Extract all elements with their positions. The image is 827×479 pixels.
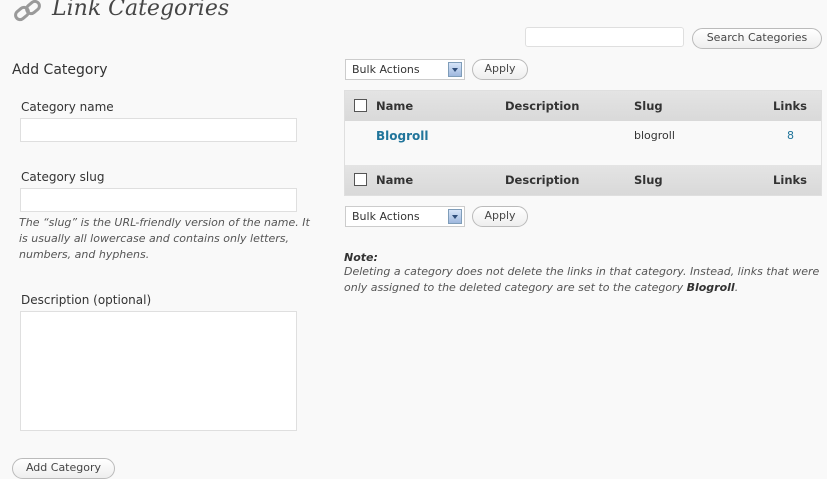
category-slug-cell: blogroll — [634, 129, 675, 142]
column-footer-slug[interactable]: Slug — [634, 173, 663, 187]
column-footer-description[interactable]: Description — [505, 173, 579, 187]
bulk-actions-select-top[interactable]: Bulk Actions — [345, 59, 465, 80]
apply-button-bottom[interactable]: Apply — [472, 206, 528, 227]
column-header-links[interactable]: Links — [773, 99, 807, 113]
categories-table: Name Description Slug Links Blogroll blo… — [344, 90, 822, 196]
category-slug-input[interactable] — [20, 188, 297, 212]
category-links-count[interactable]: 8 — [787, 129, 794, 142]
description-textarea[interactable] — [20, 311, 297, 431]
category-slug-label: Category slug — [21, 170, 105, 184]
note-category: Blogroll — [686, 281, 735, 294]
note-body: Deleting a category does not delete the … — [344, 265, 820, 294]
select-all-checkbox-bottom[interactable] — [354, 173, 367, 186]
column-footer-links[interactable]: Links — [773, 173, 807, 187]
bulk-actions-select-bottom[interactable]: Bulk Actions — [345, 206, 465, 227]
add-category-button[interactable]: Add Category — [12, 458, 115, 479]
search-input[interactable] — [525, 27, 684, 47]
column-footer-name[interactable]: Name — [376, 173, 413, 187]
note-text: Deleting a category does not delete the … — [344, 264, 822, 296]
category-name-label: Category name — [21, 100, 114, 114]
category-name-link[interactable]: Blogroll — [376, 129, 428, 143]
apply-button-top[interactable]: Apply — [472, 59, 528, 80]
note-heading: Note: — [344, 251, 378, 264]
column-header-slug[interactable]: Slug — [634, 99, 663, 113]
search-categories-button[interactable]: Search Categories — [692, 28, 822, 49]
page-title: Link Categories — [52, 0, 230, 21]
note-end: . — [734, 281, 739, 294]
add-category-heading: Add Category — [12, 62, 108, 78]
table-footer: Name Description Slug Links — [345, 165, 821, 195]
slug-help-text: The “slug” is the URL-friendly version o… — [19, 216, 310, 261]
chevron-down-icon — [448, 209, 462, 224]
bulk-actions-value: Bulk Actions — [352, 63, 420, 76]
link-icon — [14, 0, 41, 22]
description-label: Description (optional) — [21, 293, 152, 307]
table-header: Name Description Slug Links — [345, 91, 821, 121]
category-name-input[interactable] — [20, 118, 297, 142]
select-all-checkbox-top[interactable] — [354, 99, 367, 112]
table-row: Blogroll blogroll 8 — [345, 121, 821, 165]
column-header-description[interactable]: Description — [505, 99, 579, 113]
column-header-name[interactable]: Name — [376, 99, 413, 113]
bulk-actions-value: Bulk Actions — [352, 210, 420, 223]
chevron-down-icon — [448, 62, 462, 77]
